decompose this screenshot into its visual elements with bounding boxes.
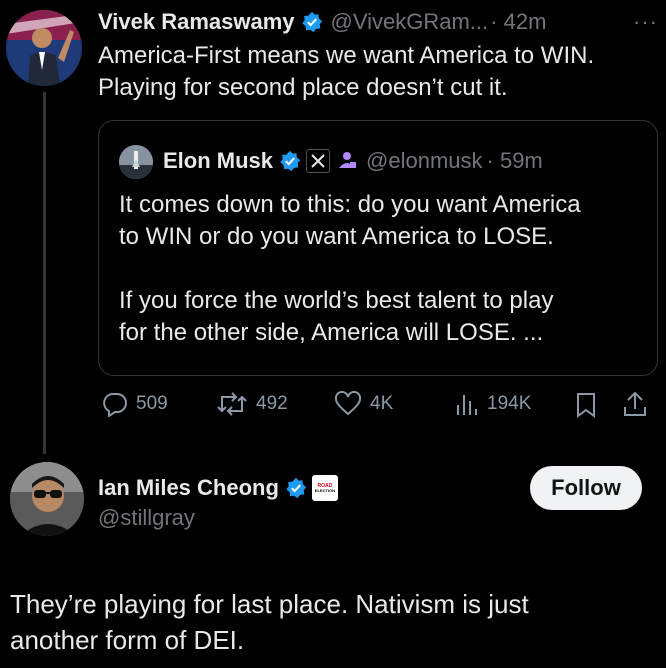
government-affiliation-icon — [336, 150, 358, 172]
quoted-text-line: to WIN or do you want America to LOSE. — [119, 223, 554, 250]
reply-action[interactable]: 509 — [102, 391, 168, 417]
tweet-text-line: America-First means we want America to W… — [98, 42, 595, 69]
reply-author-name[interactable]: Ian Miles Cheong — [98, 475, 279, 501]
repost-action[interactable]: 492 — [216, 391, 288, 417]
reply-count: 509 — [136, 393, 168, 414]
quoted-tweet-time[interactable]: · 59m — [487, 148, 543, 174]
view-count: 194K — [487, 393, 532, 414]
affiliate-badge: ROAD ELECTION — [311, 475, 338, 501]
tweet-header: Vivek Ramaswamy @VivekGRam... · 42m ··· — [98, 6, 658, 38]
reply-text-line: another form of DEI. — [10, 625, 245, 655]
author-handle[interactable]: @VivekGRam... — [331, 9, 489, 35]
repost-icon — [217, 392, 247, 416]
follow-button[interactable]: Follow — [530, 466, 642, 510]
avatar-image — [119, 145, 153, 179]
verified-badge-icon — [285, 477, 307, 499]
avatar-image — [10, 462, 84, 536]
verified-badge-icon — [279, 150, 301, 172]
vivek-avatar[interactable] — [6, 10, 82, 86]
like-count: 4K — [370, 393, 394, 414]
quoted-tweet-card[interactable]: Elon Musk @elonmusk · 59m It comes down … — [98, 120, 658, 376]
like-action[interactable]: 4K — [334, 391, 393, 417]
views-action[interactable]: 194K — [455, 391, 531, 417]
reply-author-handle[interactable]: @stillgray — [98, 505, 195, 531]
quoted-tweet-header: Elon Musk @elonmusk · 59m — [163, 143, 543, 179]
share-button[interactable] — [622, 390, 648, 423]
reply-text-line: They’re playing for last place. Nativism… — [10, 589, 529, 619]
quoted-text-line: If you force the world’s best talent to … — [119, 287, 554, 314]
thread-connector-line — [43, 92, 46, 454]
quoted-text-line: for the other side, America will LOSE. .… — [119, 319, 544, 346]
affiliate-badge-text: ELECTION — [314, 487, 336, 493]
repost-count: 492 — [256, 393, 288, 414]
tweet-time[interactable]: · 42m — [490, 9, 546, 35]
bookmark-button[interactable] — [574, 391, 598, 424]
quoted-author-name[interactable]: Elon Musk — [163, 148, 273, 174]
share-icon — [624, 391, 646, 416]
elon-avatar[interactable] — [119, 145, 153, 179]
reply-header: Ian Miles Cheong ROAD ELECTION — [98, 471, 338, 505]
author-name[interactable]: Vivek Ramaswamy — [98, 9, 295, 35]
avatar-image — [6, 10, 82, 86]
bookmark-icon — [577, 393, 595, 418]
reply-icon — [103, 393, 127, 417]
verified-badge-icon — [301, 11, 323, 33]
more-options-icon[interactable]: ··· — [633, 9, 658, 35]
tweet-text: America-First means we want America to W… — [98, 40, 658, 104]
quoted-author-handle[interactable]: @elonmusk — [366, 148, 483, 174]
tweet-text-line: Playing for second place doesn’t cut it. — [98, 74, 508, 101]
heart-icon — [334, 391, 362, 416]
x-affiliate-icon — [306, 149, 331, 173]
reply-text: They’re playing for last place. Nativism… — [10, 586, 656, 658]
views-icon — [457, 395, 477, 415]
quoted-text-line: It comes down to this: do you want Ameri… — [119, 191, 581, 218]
quoted-tweet-text: It comes down to this: do you want Ameri… — [119, 189, 649, 349]
ian-avatar[interactable] — [10, 462, 84, 536]
